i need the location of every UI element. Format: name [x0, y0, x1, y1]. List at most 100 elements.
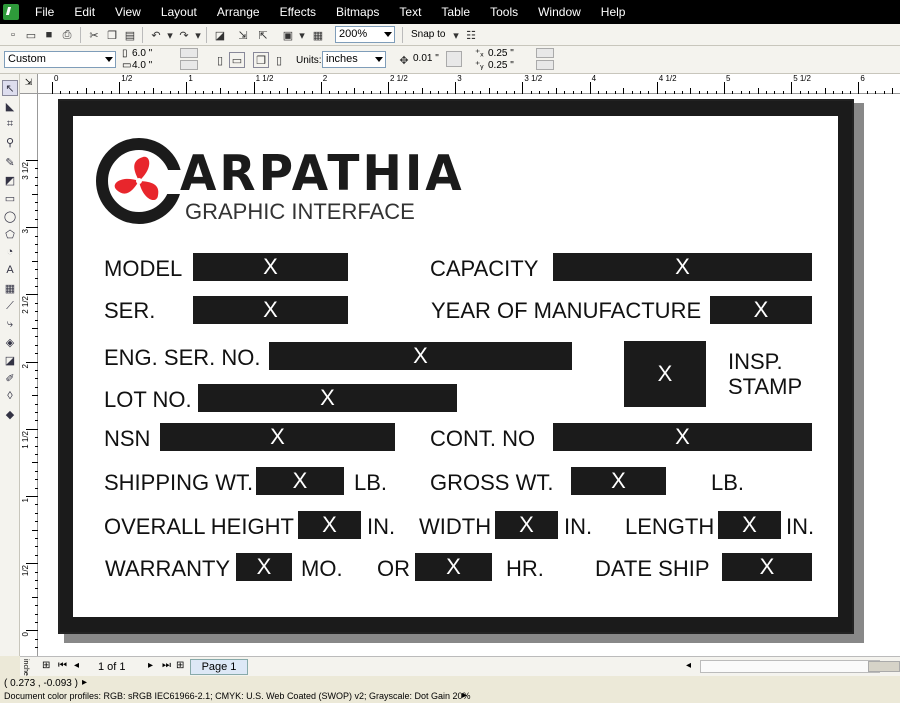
menu-effects[interactable]: Effects — [270, 5, 326, 19]
paste-icon[interactable]: ▤ — [122, 27, 138, 43]
prev-page-icon[interactable]: ◂ — [74, 660, 79, 671]
ser-box[interactable]: X — [193, 296, 348, 324]
horizontal-ruler[interactable]: 0 1/2 1 1 1/2 2 2 1/2 3 3 1/2 4 4 1/2 5 5 1/2 6 — [20, 74, 900, 94]
menu-view[interactable]: View — [105, 5, 151, 19]
publish-dropdown-icon[interactable]: ▾ — [294, 27, 310, 43]
next-page-icon[interactable]: ▸ — [148, 660, 153, 671]
hours-box[interactable]: X — [415, 553, 492, 581]
duplicate-x-field[interactable]: 0.25 " — [488, 48, 514, 59]
transparency-tool-icon[interactable]: ◪ — [2, 352, 18, 368]
add-page-icon[interactable]: ⊞ — [176, 660, 184, 671]
menu-table[interactable]: Table — [431, 5, 480, 19]
eng-ser-box[interactable]: X — [269, 342, 572, 370]
text-tool-icon[interactable]: A — [2, 262, 18, 278]
length-label[interactable]: LENGTH — [625, 516, 714, 538]
menu-layout[interactable]: Layout — [151, 5, 207, 19]
warranty-box[interactable]: X — [236, 553, 292, 581]
basic-shapes-tool-icon[interactable]: ◔ — [2, 244, 18, 260]
zoom-level-select[interactable]: 200% — [335, 26, 395, 43]
copy-icon[interactable]: ❐ — [104, 27, 120, 43]
shipping-lb-label[interactable]: LB. — [354, 472, 387, 494]
options-icon[interactable]: ☷ — [463, 27, 479, 43]
year-box[interactable]: X — [710, 296, 812, 324]
current-page-icon[interactable]: ▯ — [271, 52, 287, 68]
width-spinner[interactable] — [180, 48, 198, 58]
page-size-select[interactable]: Custom — [4, 51, 116, 68]
brand-tagline[interactable]: GRAPHIC INTERFACE — [185, 201, 415, 223]
capacity-box[interactable]: X — [553, 253, 812, 281]
units-select[interactable]: inches — [322, 51, 386, 68]
menu-help[interactable]: Help — [591, 5, 636, 19]
shipping-wt-box[interactable]: X — [256, 467, 344, 495]
app-logo-icon[interactable] — [3, 4, 19, 20]
menu-file[interactable]: File — [25, 5, 64, 19]
gross-wt-box[interactable]: X — [571, 467, 666, 495]
first-page-icon[interactable]: ⊞ — [42, 660, 50, 671]
cont-no-box[interactable]: X — [553, 423, 812, 451]
application-launcher-icon[interactable]: ▦ — [310, 27, 326, 43]
horizontal-scroll-thumb[interactable] — [868, 661, 900, 672]
length-in-label[interactable]: IN. — [786, 516, 814, 538]
crop-tool-icon[interactable]: ⌗ — [2, 116, 18, 132]
cont-no-label[interactable]: CONT. NO — [430, 428, 535, 450]
dimension-tool-icon[interactable]: ⟋ — [2, 298, 18, 314]
dup-y-spinner[interactable] — [536, 60, 554, 70]
ser-label[interactable]: SER. — [104, 300, 155, 322]
width-label[interactable]: WIDTH — [419, 516, 491, 538]
hours-label[interactable]: HR. — [506, 558, 544, 580]
interactive-blend-tool-icon[interactable]: ◈ — [2, 334, 18, 350]
horizontal-scrollbar[interactable] — [700, 660, 880, 673]
snap-to-dropdown-icon[interactable]: ▾ — [448, 27, 464, 43]
rectangle-tool-icon[interactable]: ▭ — [2, 190, 18, 206]
portrait-icon[interactable]: ▯ — [212, 52, 228, 68]
year-of-manufacture-label[interactable]: YEAR OF MANUFACTURE — [431, 300, 701, 322]
all-pages-icon[interactable]: ❐ — [253, 52, 269, 68]
menu-tools[interactable]: Tools — [480, 5, 528, 19]
zoom-tool-icon[interactable]: ⚲ — [2, 134, 18, 150]
length-box[interactable]: X — [718, 511, 781, 539]
date-ship-label[interactable]: DATE SHIP — [595, 558, 710, 580]
nudge-distance-field[interactable]: 0.01 " — [413, 53, 439, 64]
vertical-ruler[interactable]: 3 1/2 3 2 1/2 2 1 1/2 1 1/2 0 — [20, 94, 38, 656]
page-width-field[interactable]: 6.0 " — [132, 48, 152, 59]
connector-tool-icon[interactable]: ⤷ — [2, 316, 18, 332]
new-icon[interactable]: ▫ — [5, 27, 21, 43]
coords-arrow-icon[interactable]: ▸ — [82, 677, 87, 688]
stamp-label[interactable]: STAMP — [728, 376, 802, 398]
months-label[interactable]: MO. — [301, 558, 343, 580]
outline-tool-icon[interactable]: ◊ — [2, 388, 18, 404]
page-height-field[interactable]: 4.0 " — [132, 60, 152, 71]
model-label[interactable]: MODEL — [104, 258, 182, 280]
insp-stamp-box[interactable]: X — [624, 341, 706, 407]
nsn-label[interactable]: NSN — [104, 428, 150, 450]
color-profiles[interactable]: Document color profiles: RGB: sRGB IEC61… — [4, 691, 471, 701]
menu-edit[interactable]: Edit — [64, 5, 105, 19]
lot-no-label[interactable]: LOT NO. — [104, 389, 192, 411]
insp-label[interactable]: INSP. — [728, 351, 783, 373]
width-box[interactable]: X — [495, 511, 558, 539]
snap-to-label[interactable]: Snap to — [411, 29, 445, 40]
brand-name[interactable]: ARPATHIA — [180, 149, 465, 198]
fill-tool-icon[interactable]: ◆ — [2, 406, 18, 422]
landscape-icon[interactable]: ▭ — [229, 52, 245, 68]
profiles-arrow-icon[interactable]: ▸ — [462, 690, 467, 701]
save-icon[interactable]: ■ — [41, 27, 57, 43]
shipping-wt-label[interactable]: SHIPPING WT. — [104, 472, 253, 494]
table-tool-icon[interactable]: ▦ — [2, 280, 18, 296]
redo-dropdown-icon[interactable]: ▾ — [190, 27, 206, 43]
search-content-icon[interactable]: ◪ — [212, 27, 228, 43]
eyedropper-tool-icon[interactable]: ✐ — [2, 370, 18, 386]
shape-tool-icon[interactable]: ◣ — [2, 98, 18, 114]
export-icon[interactable]: ⇱ — [255, 27, 271, 43]
gross-lb-label[interactable]: LB. — [711, 472, 744, 494]
duplicate-y-field[interactable]: 0.25 " — [488, 60, 514, 71]
model-box[interactable]: X — [193, 253, 348, 281]
dup-x-spinner[interactable] — [536, 48, 554, 58]
ellipse-tool-icon[interactable]: ◯ — [2, 208, 18, 224]
page-1-tab[interactable]: Page 1 — [190, 659, 248, 675]
smart-fill-tool-icon[interactable]: ◩ — [2, 172, 18, 188]
ruler-origin[interactable]: ⇲ — [20, 74, 38, 94]
menu-text[interactable]: Text — [389, 5, 431, 19]
last-page-icon[interactable]: ⏭ — [162, 660, 171, 671]
freehand-tool-icon[interactable]: ✎ — [2, 154, 18, 170]
